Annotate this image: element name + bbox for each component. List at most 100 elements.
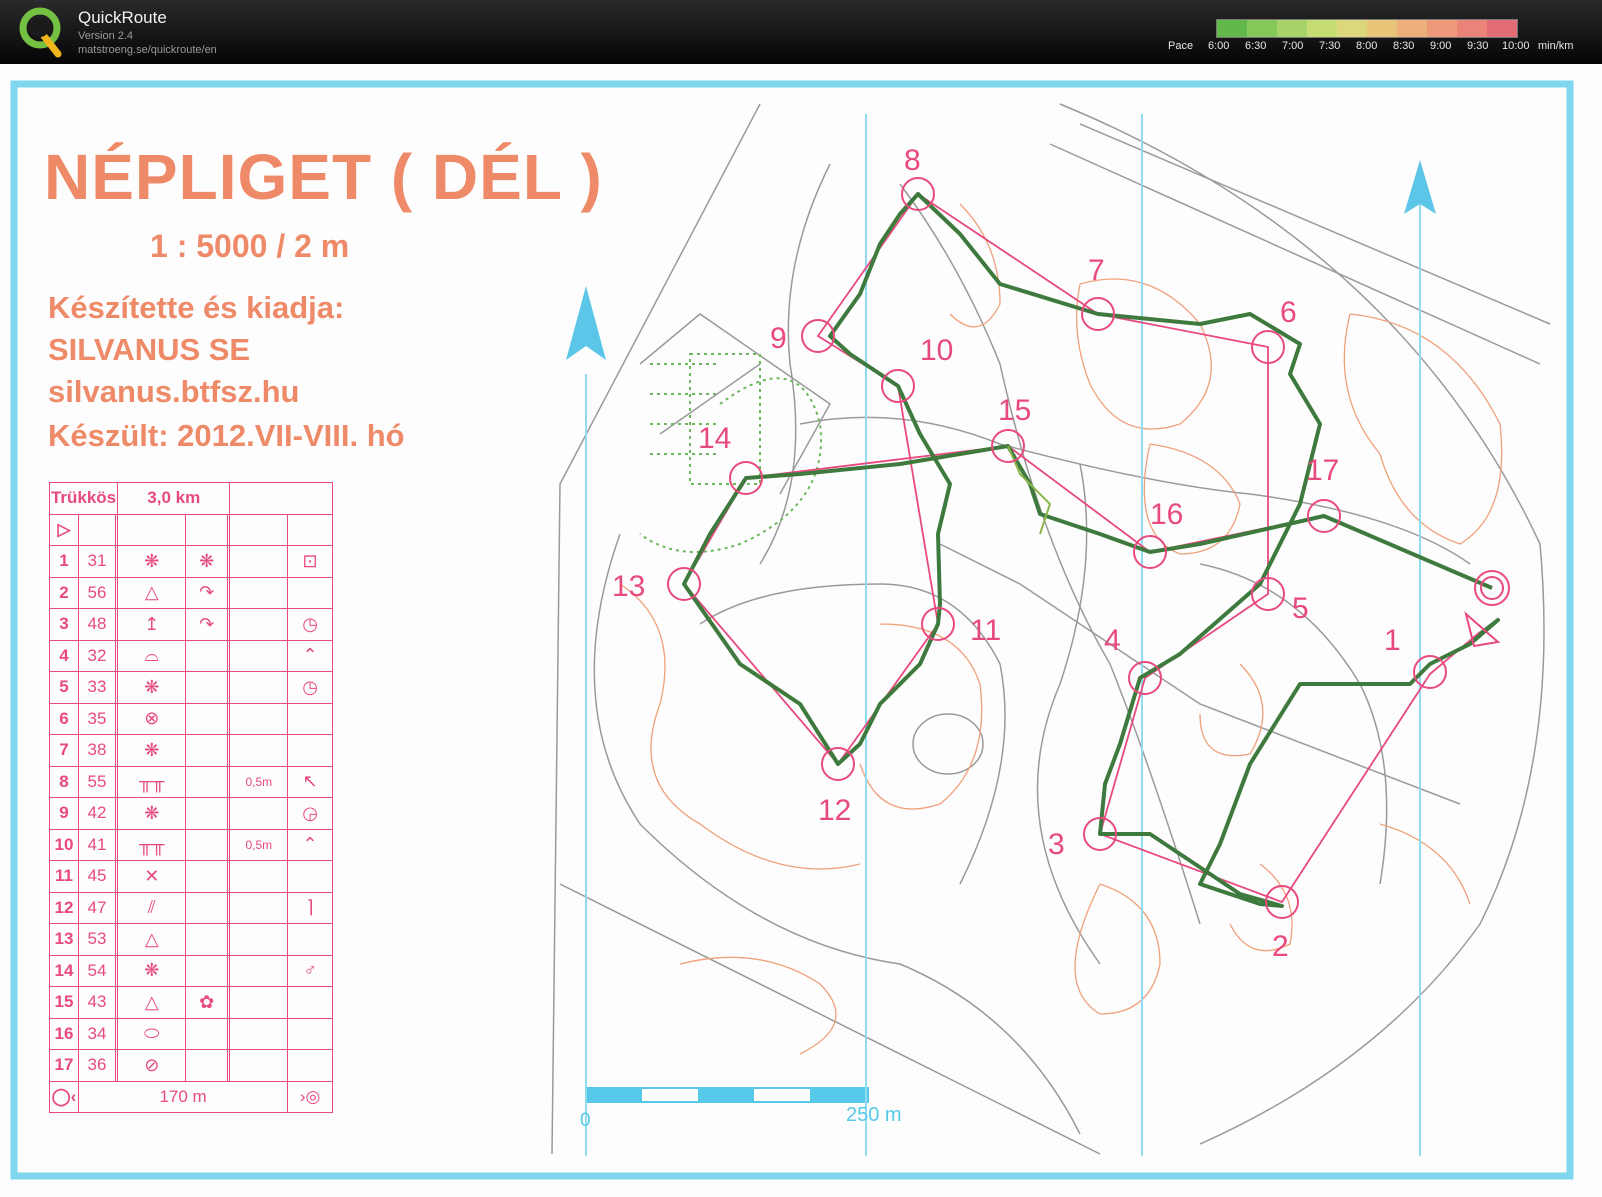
control-label: 6 (1280, 296, 1297, 329)
pace-color-swatch (1457, 20, 1487, 37)
desc-finish-row: ◯‹ 170 m ›◎ (49, 1080, 333, 1113)
feature-detail-symbol (185, 860, 228, 893)
feature-symbol: ╥╥ (117, 828, 187, 861)
pace-tick: 8:00 (1356, 40, 1378, 52)
location-symbol: ⌃ (287, 828, 333, 861)
orienteering-map[interactable]: NÉPLIGET ( DÉL ) 1 : 5000 / 2 m Készítet… (0, 64, 1602, 1197)
control-number: 2 (49, 576, 79, 609)
location-symbol (287, 576, 333, 609)
location-symbol: ♂ (287, 954, 333, 987)
dimension-cell (229, 702, 289, 735)
north-lines (585, 114, 1421, 1156)
finish-funnel-icon: ◯‹ (49, 1080, 79, 1113)
pace-tick: 9:30 (1467, 40, 1489, 52)
pace-tick: 10:00 (1502, 40, 1530, 52)
start-symbol-icon: ▷ (49, 513, 79, 546)
pace-color-swatch (1337, 20, 1367, 37)
app-url[interactable]: matstroeng.se/quickroute/en (78, 44, 217, 56)
feature-detail-symbol (185, 891, 228, 924)
contour-lines (619, 203, 1503, 1055)
location-symbol: ⌃ (287, 639, 333, 672)
dimension-cell (229, 1017, 289, 1050)
app-header-bar: QuickRoute Version 2.4 matstroeng.se/qui… (0, 0, 1602, 64)
dimension-cell (229, 639, 289, 672)
desc-row: 4 32 ⌓ ⌃ (49, 639, 333, 672)
location-symbol: ◷ (287, 671, 333, 704)
dimension-cell: 0,5m (229, 765, 289, 798)
feature-detail-symbol (185, 702, 228, 735)
finish-symbol-icon: ›◎ (287, 1080, 333, 1113)
desc-row: 16 34 ⬭ (49, 1017, 333, 1050)
location-symbol: ⌉ (287, 891, 333, 924)
control-number: 16 (49, 1017, 79, 1050)
pace-color-swatch (1427, 20, 1457, 37)
location-symbol (287, 734, 333, 767)
control-number: 13 (49, 923, 79, 956)
desc-start-row: ▷ (49, 513, 333, 546)
control-label: 11 (970, 614, 1002, 647)
control-code: 33 (78, 671, 116, 704)
feature-symbol: ⫽ (117, 891, 187, 924)
control-code: 31 (78, 545, 116, 578)
pace-label: Pace (1168, 40, 1194, 52)
control-code: 43 (78, 986, 116, 1019)
feature-symbol: ❋ (117, 545, 187, 578)
control-code: 55 (78, 765, 116, 798)
desc-row: 12 47 ⫽ ⌉ (49, 891, 333, 924)
feature-symbol: ⊗ (117, 702, 187, 735)
control-label: 5 (1292, 592, 1309, 625)
desc-row: 2 56 △ ↷ (49, 576, 333, 609)
feature-symbol: ↥ (117, 608, 187, 641)
header-empty-cell (229, 482, 333, 515)
dimension-cell (229, 860, 289, 893)
feature-symbol: ⬭ (117, 1017, 187, 1050)
pace-color-scale (1216, 19, 1518, 38)
control-label: 8 (904, 144, 921, 177)
feature-detail-symbol: ↷ (185, 608, 228, 641)
control-label: 10 (920, 334, 954, 367)
finish-distance: 170 m (77, 1080, 289, 1113)
feature-detail-symbol: ❋ (185, 545, 228, 578)
dimension-cell (229, 576, 289, 609)
feature-detail-symbol (185, 797, 228, 830)
control-number: 17 (49, 1049, 79, 1082)
dimension-cell (229, 891, 289, 924)
course-length: 3,0 km (117, 482, 231, 515)
feature-symbol: ╥╥ (117, 765, 187, 798)
control-circles (667, 177, 1510, 919)
control-label: 3 (1048, 828, 1065, 861)
control-number: 6 (49, 702, 79, 735)
location-symbol: ⊡ (287, 545, 333, 578)
control-number: 4 (49, 639, 79, 672)
location-symbol (287, 986, 333, 1019)
control-code: 34 (78, 1017, 116, 1050)
made-date: Készült: 2012.VII-VIII. hó (48, 418, 405, 453)
maker-name: SILVANUS SE (48, 332, 251, 367)
dimension-cell (229, 734, 289, 767)
desc-row: 10 41 ╥╥ 0,5m ⌃ (49, 828, 333, 861)
pace-color-swatch (1217, 20, 1247, 37)
dimension-cell (229, 608, 289, 641)
dimension-cell (229, 1049, 289, 1082)
control-number: 1 (49, 545, 79, 578)
control-label: 17 (1306, 454, 1340, 487)
location-symbol: ◷ (287, 608, 333, 641)
feature-detail-symbol: ✿ (185, 986, 228, 1019)
control-number: 3 (49, 608, 79, 641)
scalebar (585, 1064, 869, 1103)
feature-symbol: ❋ (117, 954, 187, 987)
dimension-cell (229, 545, 289, 578)
control-label: 1 (1384, 624, 1401, 657)
feature-detail-symbol: ↷ (185, 576, 228, 609)
dimension-cell (229, 923, 289, 956)
feature-symbol: ❋ (117, 734, 187, 767)
pace-tick: 9:00 (1430, 40, 1452, 52)
scalebar-end-label: 250 m (846, 1104, 902, 1126)
gps-route-segment (1007, 445, 1052, 535)
control-circle[interactable] (1413, 655, 1447, 689)
control-number: 8 (49, 765, 79, 798)
feature-detail-symbol (185, 734, 228, 767)
feature-detail-symbol (185, 1049, 228, 1082)
quickroute-logo-icon (19, 7, 62, 58)
pace-tick: 8:30 (1393, 40, 1415, 52)
